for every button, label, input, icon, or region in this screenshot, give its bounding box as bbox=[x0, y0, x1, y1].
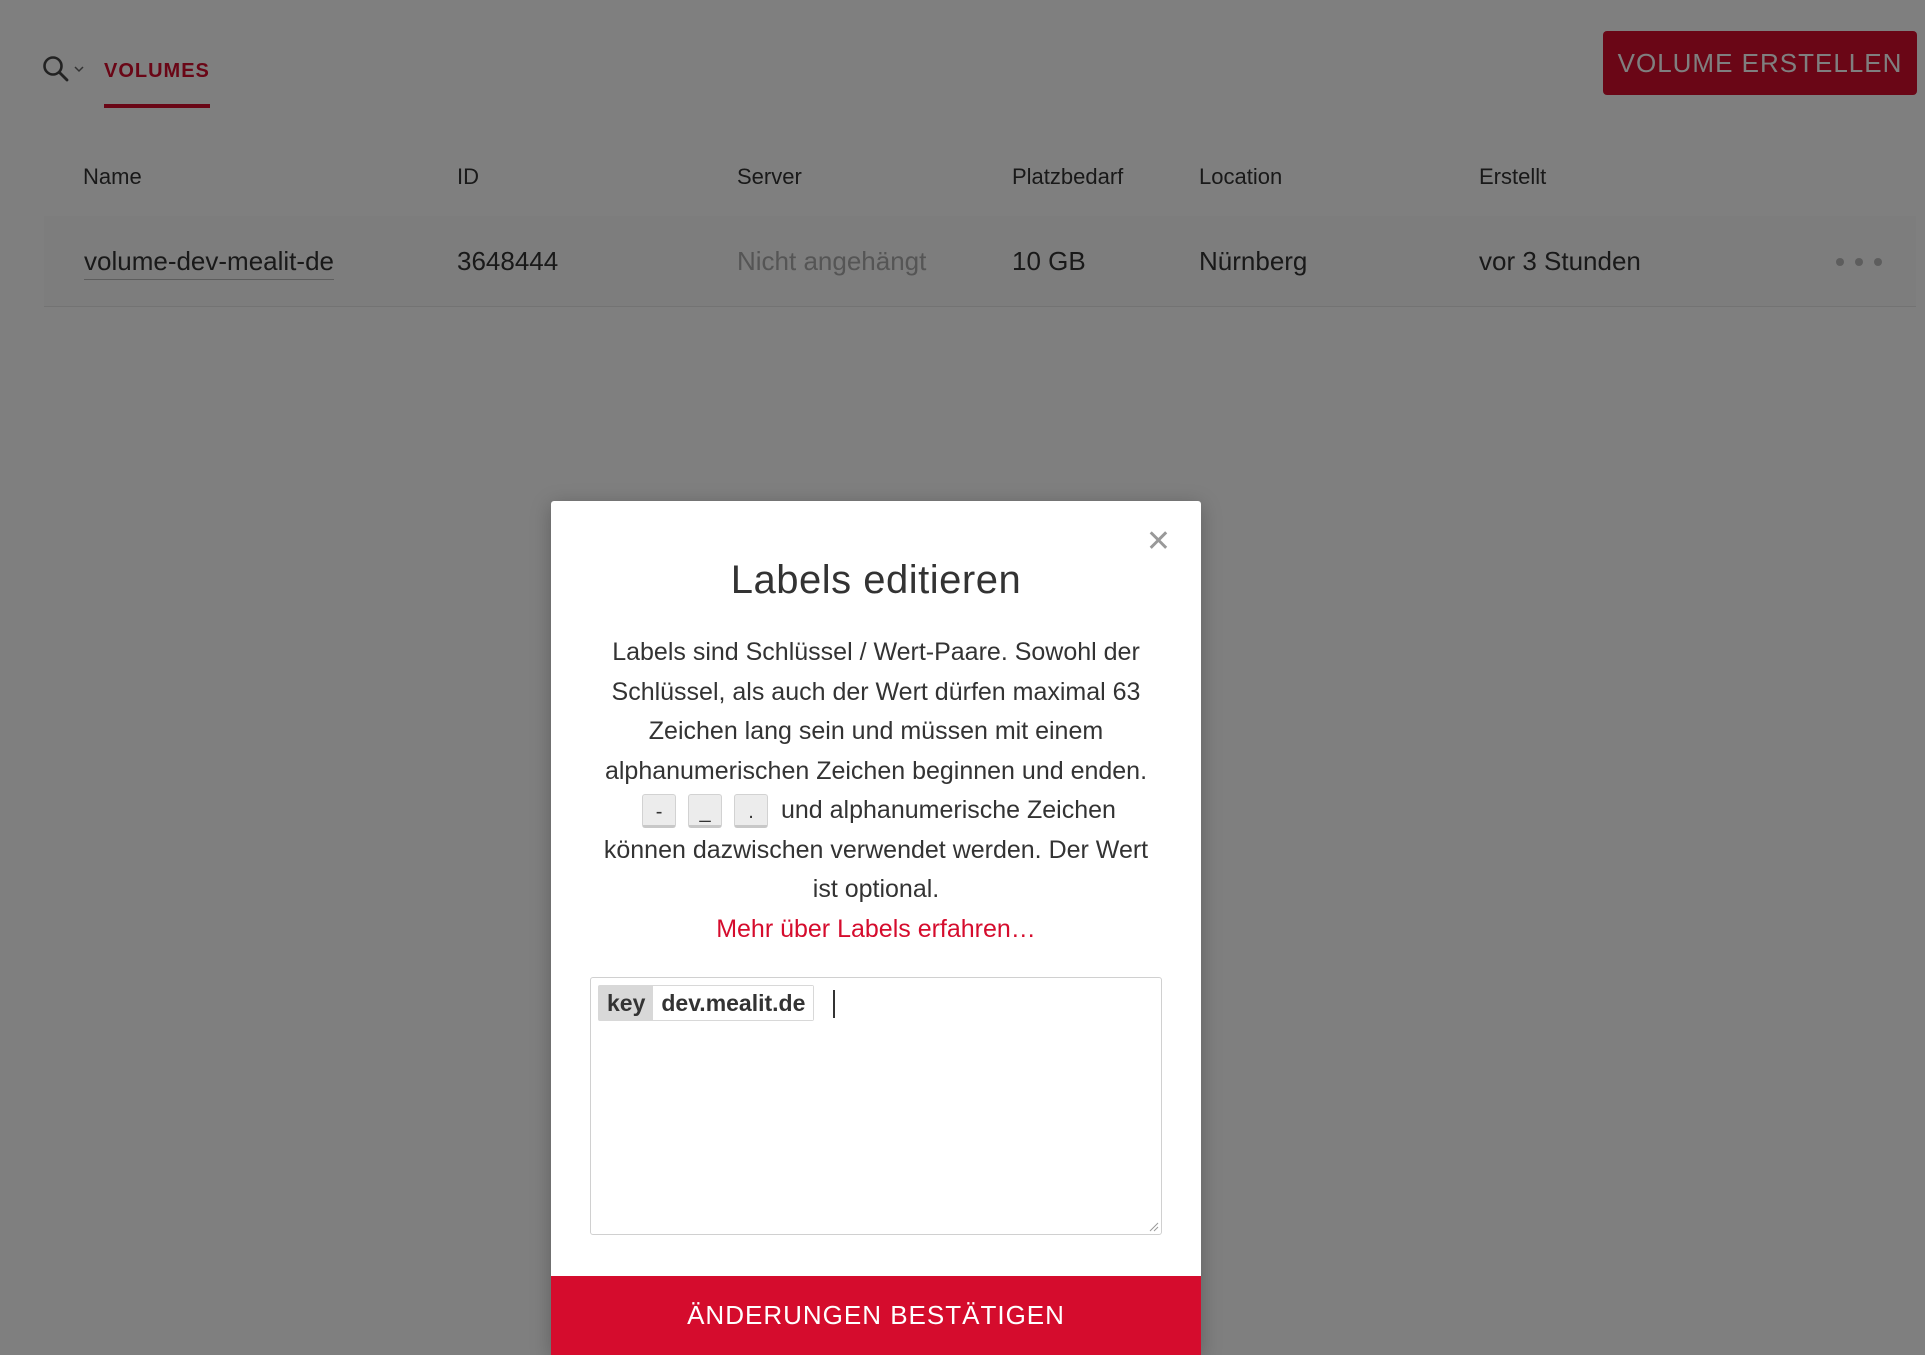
description-line: und alphanumerische Zeichen bbox=[781, 796, 1116, 824]
dialog-description: Labels sind Schlüssel / Wert-Paare. Sowo… bbox=[591, 633, 1161, 949]
allowed-char-hyphen: - bbox=[642, 794, 677, 829]
description-line: Schlüssel, als auch der Wert dürfen maxi… bbox=[611, 677, 1141, 706]
learn-more-labels-link[interactable]: Mehr über Labels erfahren… bbox=[716, 915, 1036, 943]
description-line: Labels sind Schlüssel / Wert-Paare. Sowo… bbox=[612, 638, 1140, 666]
label-tag[interactable]: key dev.mealit.de bbox=[598, 985, 815, 1021]
label-key: key bbox=[599, 986, 654, 1020]
description-line: alphanumerischen Zeichen beginnen und en… bbox=[604, 756, 1148, 785]
labels-input[interactable]: key dev.mealit.de bbox=[590, 977, 1162, 1235]
close-icon[interactable]: ✕ bbox=[1146, 527, 1171, 557]
description-line-chars: - _. und alphanumerische Zeichen bbox=[591, 791, 1161, 831]
dialog-title: Labels editieren bbox=[730, 558, 1022, 602]
description-line: können dazwischen verwendet werden. Der … bbox=[603, 835, 1149, 864]
text-cursor bbox=[833, 990, 835, 1018]
description-line: Zeichen lang sein und müssen mit einem bbox=[648, 717, 1104, 745]
edit-labels-dialog: ✕ Labels editieren Labels sind Schlüssel… bbox=[551, 501, 1201, 1355]
allowed-char-dot: . bbox=[734, 794, 769, 829]
description-line: ist optional. bbox=[812, 875, 940, 903]
resize-handle-icon[interactable] bbox=[1149, 1222, 1159, 1232]
confirm-changes-button[interactable]: ÄNDERUNGEN BESTÄTIGEN bbox=[551, 1276, 1201, 1355]
allowed-char-underscore: _ bbox=[688, 794, 723, 829]
label-value: dev.mealit.de bbox=[653, 986, 814, 1020]
